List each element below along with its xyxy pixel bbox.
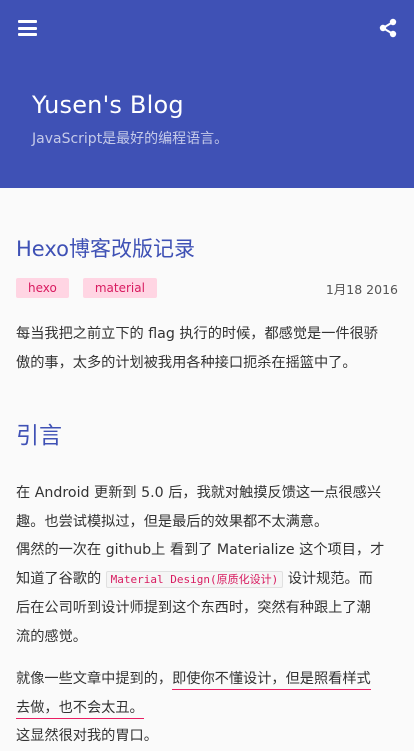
p3-line-1-before: 就像一些文章中提到的，	[16, 671, 173, 687]
tag-material[interactable]: material	[82, 278, 157, 298]
blog-subtitle: JavaScript是最好的编程语言。	[32, 131, 229, 147]
post-content: Hexo博客改版记录 hexo material 1月18 2016 每当我把之…	[0, 236, 414, 751]
app-bar: Yusen's Blog JavaScript是最好的编程语言。	[0, 0, 414, 188]
blog-title[interactable]: Yusen's Blog	[32, 91, 184, 119]
p3-line-3: 这显然很对我的胃口。	[16, 728, 158, 744]
p2-line-1: 在 Android 更新到 5.0 后，我就对触摸反馈这一点很感兴	[16, 485, 382, 501]
p2-line-6: 流的感觉。	[16, 628, 87, 645]
highlighted-text-1: 即使你不懂设计，但是照看样式	[172, 671, 371, 690]
quote-paragraph: 就像一些文章中提到的，即使你不懂设计，但是照看样式 去做，也不会太丑。 这显然很…	[16, 665, 398, 751]
p2-line-2: 趣。也尝试模拟过，但是最后的效果都不太满意。	[16, 513, 329, 530]
tag-hexo[interactable]: hexo	[16, 278, 69, 298]
intro-paragraph: 每当我把之前立下的 flag 执行的时候，都感觉是一件很骄 傲的事，太多的计划被…	[16, 320, 398, 377]
p2-line-3: 偶然的一次在 github上 看到了 Materialize 这个项目，才	[16, 542, 385, 558]
highlighted-text-2: 去做，也不会太丑。	[16, 699, 144, 719]
inline-code: Material Design(原质化设计)	[105, 570, 284, 588]
section-heading: 引言	[16, 423, 62, 449]
section-paragraph: 在 Android 更新到 5.0 后，我就对触摸反馈这一点很感兴 趣。也尝试模…	[16, 479, 398, 651]
post-title[interactable]: Hexo博客改版记录	[16, 236, 398, 262]
intro-line-2: 傲的事，太多的计划被我用各种接口扼杀在摇篮中了。	[16, 354, 357, 371]
p2-line-5: 后在公司听到设计师提到这个东西时，突然有种跟上了潮	[16, 600, 371, 616]
post-date: 1月18 2016	[325, 281, 398, 297]
post-meta: hexo material 1月18 2016	[16, 278, 398, 298]
p2-line-4-before: 知道了谷歌的	[16, 570, 106, 587]
hamburger-menu-icon[interactable]	[18, 20, 37, 36]
p2-line-4-after: 设计规范。而	[283, 570, 373, 587]
share-icon[interactable]	[378, 18, 398, 38]
intro-line-1: 每当我把之前立下的 flag 执行的时候，都感觉是一件很骄	[16, 326, 378, 342]
